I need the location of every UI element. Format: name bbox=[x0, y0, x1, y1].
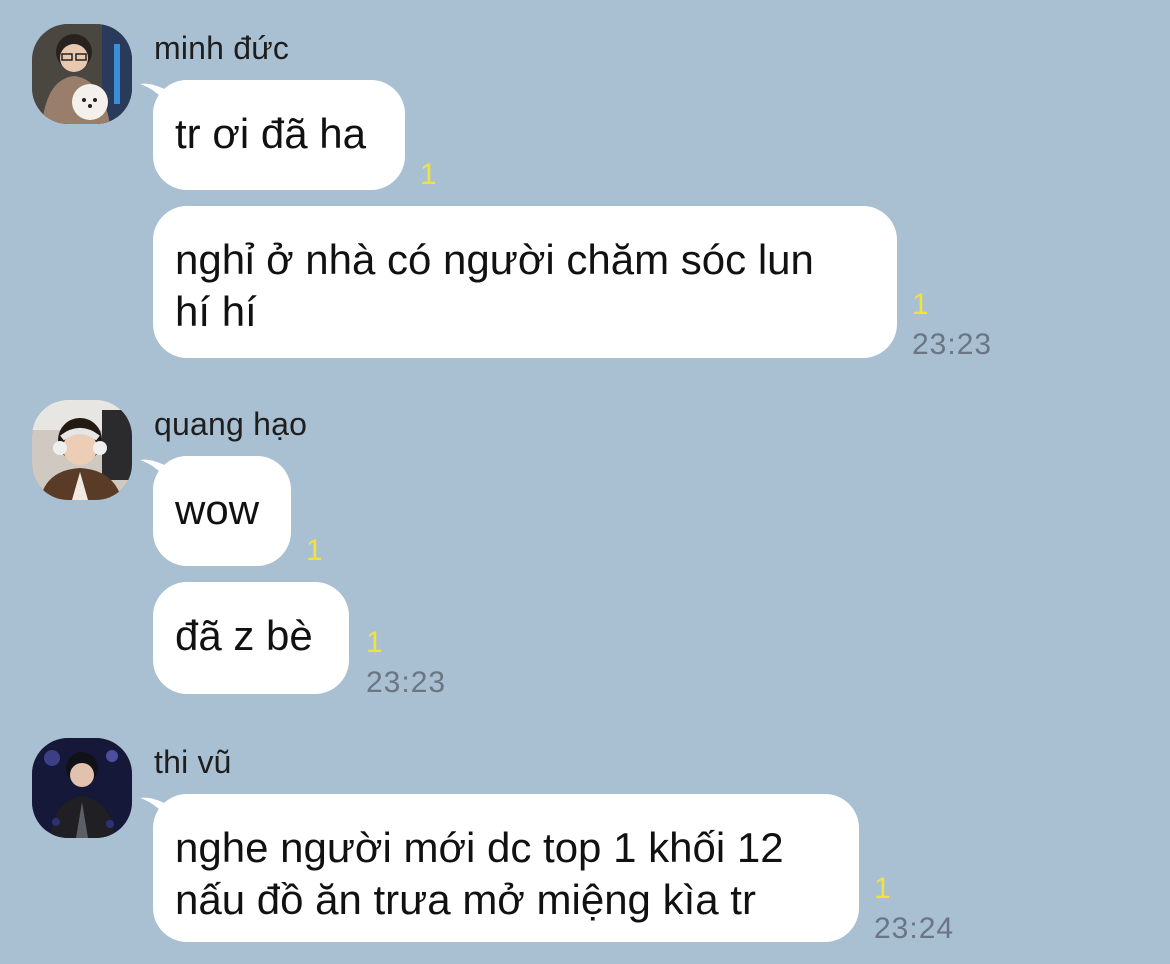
message-time: 23:23 bbox=[912, 328, 993, 361]
profile-photo-with-dog-icon bbox=[32, 24, 132, 124]
sender-name: thi vũ bbox=[154, 744, 232, 780]
avatar-minh-duc[interactable] bbox=[32, 24, 132, 124]
profile-photo-stage-icon bbox=[32, 738, 132, 838]
avatar-thi-vu[interactable] bbox=[32, 738, 132, 838]
unread-count: 1 bbox=[874, 872, 891, 905]
message-bubble[interactable]: wow bbox=[153, 456, 291, 566]
message-bubble[interactable]: đã z bè bbox=[153, 582, 349, 694]
unread-count: 1 bbox=[306, 534, 323, 567]
sender-name: minh đức bbox=[154, 30, 290, 66]
avatar-quang-hao[interactable] bbox=[32, 400, 132, 500]
message-bubble[interactable]: nghỉ ở nhà có người chăm sóc lun hí hí bbox=[153, 206, 897, 358]
message-time: 23:23 bbox=[366, 666, 447, 699]
unread-count: 1 bbox=[420, 158, 437, 191]
unread-count: 1 bbox=[366, 626, 383, 659]
sender-name: quang hạo bbox=[154, 406, 308, 442]
message-bubble[interactable]: nghe người mới dc top 1 khối 12 nấu đồ ă… bbox=[153, 794, 859, 942]
unread-count: 1 bbox=[912, 288, 929, 321]
message-bubble[interactable]: tr ơi đã ha bbox=[153, 80, 405, 190]
message-time: 23:24 bbox=[874, 912, 955, 945]
profile-photo-headphones-icon bbox=[32, 400, 132, 500]
